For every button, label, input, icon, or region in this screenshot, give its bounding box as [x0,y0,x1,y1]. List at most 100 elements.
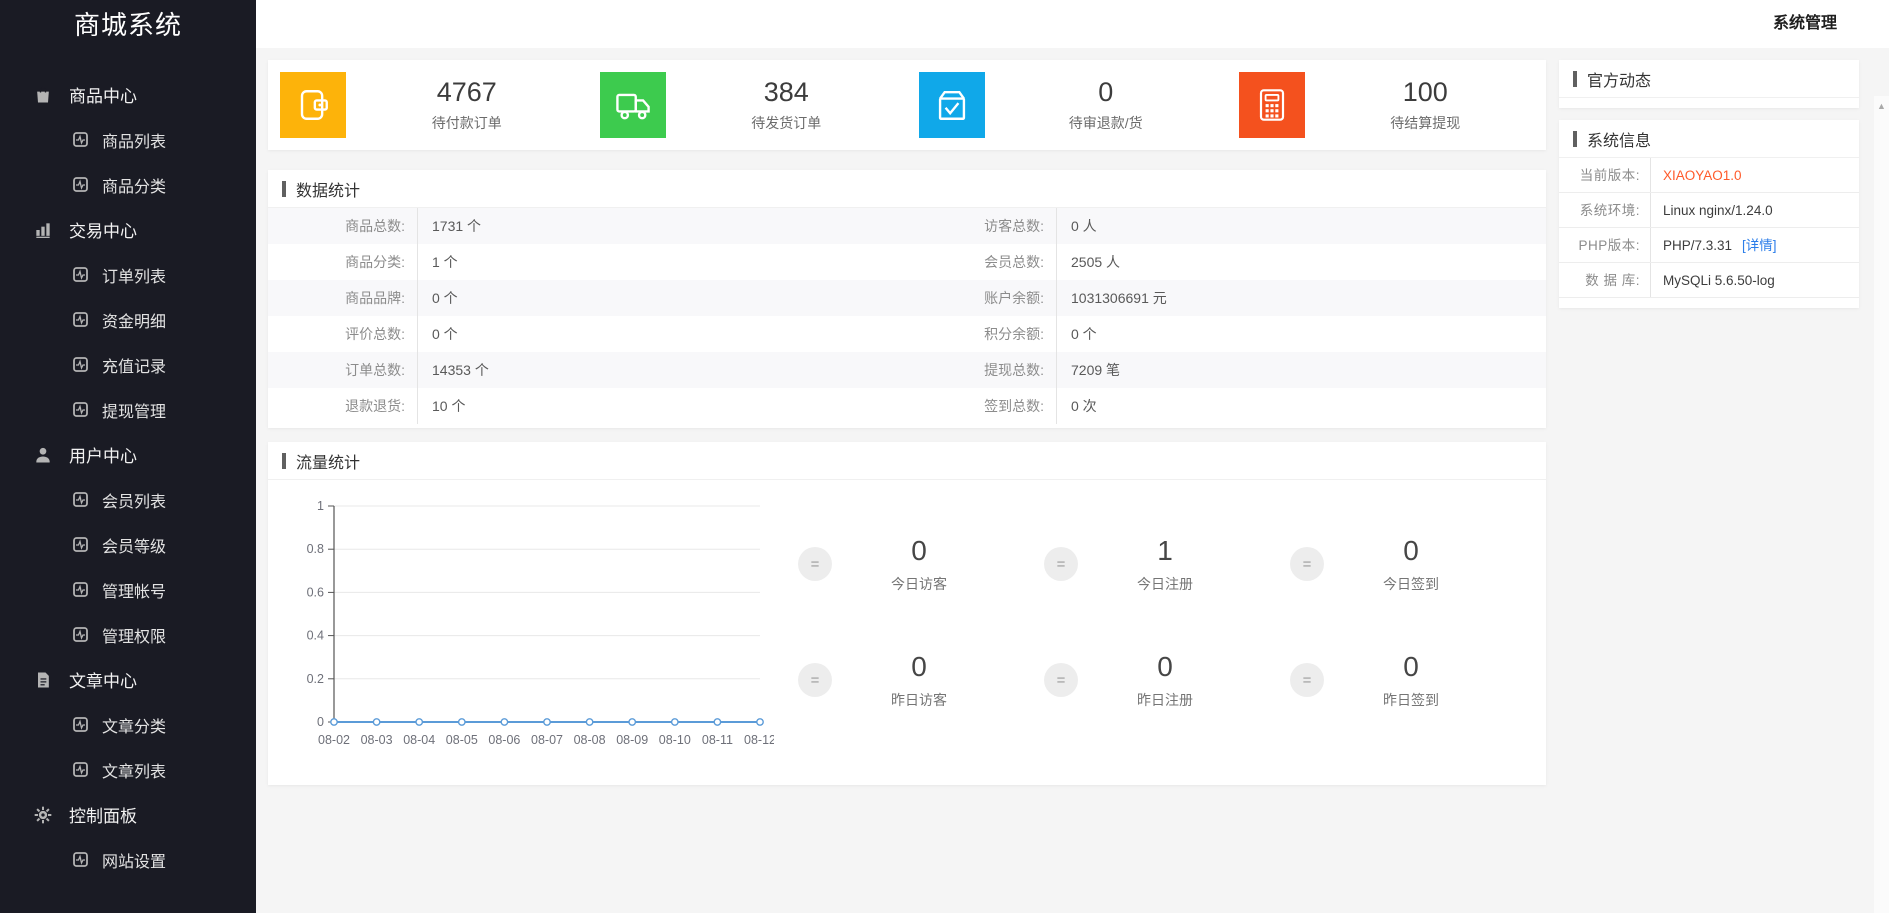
sidebar-group-user-center[interactable]: 用户中心 [0,432,256,477]
stat-card-pending-payment[interactable]: 4767 待付款订单 [268,60,588,150]
clipboard-pulse-icon [72,581,89,598]
metric-value: 0 [832,651,1006,683]
system-version-value: XIAOYAO1.0 [1651,158,1742,192]
stat-row-value: 14353 个 [418,352,489,388]
sidebar-group-label: 用户中心 [69,442,137,467]
data-row: 订单总数:14353 个 提现总数:7209 笔 [268,352,1546,388]
sidebar-group-goods-center[interactable]: 商品中心 [0,72,256,117]
sidebar-group-label: 文章中心 [69,667,137,692]
clipboard-pulse-icon [72,356,89,373]
data-row: 商品品牌:0 个 账户余额:1031306691 元 [268,280,1546,316]
metric-icon: = [1290,663,1324,697]
sidebar-item-admin-permissions[interactable]: 管理权限 [0,612,256,657]
svg-text:08-05: 08-05 [446,733,478,747]
sidebar-item-label: 订单列表 [102,263,166,287]
svg-text:08-08: 08-08 [574,733,606,747]
stat-cards-panel: 4767 待付款订单 [268,60,1546,150]
stat-row-label: 商品品牌: [268,280,418,316]
scrollbar-up-arrow[interactable]: ▲ [1874,96,1889,111]
stat-row-value: 0 个 [418,280,458,316]
stat-row-value: 7209 笔 [1057,352,1120,388]
sidebar-item-site-settings[interactable]: 网站设置 [0,837,256,882]
sidebar-item-goods-category[interactable]: 商品分类 [0,162,256,207]
stat-row-value: 2505 人 [1057,244,1120,280]
sidebar-item-label: 文章列表 [102,758,166,782]
svg-text:08-07: 08-07 [531,733,563,747]
database-value: MySQLi 5.6.50-log [1651,263,1775,297]
clipboard-pulse-icon [72,266,89,283]
sidebar-item-fund-detail[interactable]: 资金明细 [0,297,256,342]
top-header: 系统管理 [256,0,1889,48]
accent-bar [1573,131,1577,147]
official-news-panel: 官方动态 [1559,60,1859,108]
sidebar-item-article-category[interactable]: 文章分类 [0,702,256,747]
svg-text:0.8: 0.8 [307,542,324,556]
user-icon [33,445,53,465]
sidebar-item-withdraw-manage[interactable]: 提现管理 [0,387,256,432]
php-version-value: PHP/7.3.31 [1651,228,1732,262]
stat-row-value: 10 个 [418,388,465,424]
sidebar-item-recharge-records[interactable]: 充值记录 [0,342,256,387]
sidebar-group-article-center[interactable]: 文章中心 [0,657,256,702]
stat-row-label: 商品分类: [268,244,418,280]
stat-row-value: 0 次 [1057,388,1097,424]
system-manage-menu[interactable]: 系统管理 [1773,0,1837,48]
sidebar-group-control-panel[interactable]: 控制面板 [0,792,256,837]
system-info-label: 系统环境: [1559,193,1651,227]
stat-row-label: 评价总数: [268,316,418,352]
stat-row-value: 0 个 [1057,316,1097,352]
panel-header: 官方动态 [1559,60,1859,98]
sidebar-item-member-level[interactable]: 会员等级 [0,522,256,567]
stat-label: 待审退款/货 [985,113,1227,133]
metric-label: 今日注册 [1078,574,1252,594]
stat-card-pending-shipment[interactable]: 384 待发货订单 [588,60,908,150]
sidebar-item-goods-list[interactable]: 商品列表 [0,117,256,162]
stat-meta: 4767 待付款订单 [346,77,588,133]
traffic-metrics: = 0今日访客 = 1今日注册 = 0今日签到 [788,492,1536,758]
metric-value: 0 [1324,651,1498,683]
stat-row-label: 订单总数: [268,352,418,388]
stat-row-value: 0 人 [1057,208,1097,244]
stat-card-pending-settlement[interactable]: 100 待结算提现 [1227,60,1547,150]
bag-icon [33,85,53,105]
clipboard-pulse-icon [72,176,89,193]
svg-text:08-09: 08-09 [616,733,648,747]
system-info-panel: 系统信息 当前版本: XIAOYAO1.0 系统环境: Linux nginx/… [1559,120,1859,308]
metric-value: 1 [1078,535,1252,567]
sidebar-group-label: 控制面板 [69,802,137,827]
metric-yesterday-checkins: = 0昨日签到 [1290,651,1526,710]
sidebar-item-label: 网站设置 [102,848,166,872]
system-info-label: 数 据 库: [1559,263,1651,297]
php-detail-link[interactable]: [详情] [1742,228,1777,262]
panel-header: 数据统计 [268,170,1546,208]
metric-label: 昨日访客 [832,690,1006,710]
scrollbar-track[interactable]: ▲ [1874,96,1889,913]
sidebar-item-label: 商品列表 [102,128,166,152]
system-env-value: Linux nginx/1.24.0 [1651,193,1773,227]
svg-text:08-11: 08-11 [702,733,733,747]
sidebar-item-label: 管理权限 [102,623,166,647]
stat-row-value: 1031306691 元 [1057,280,1167,316]
traffic-chart: 00.20.40.60.8108-0208-0308-0408-0508-060… [288,492,788,758]
sidebar-item-admin-accounts[interactable]: 管理帐号 [0,567,256,612]
svg-text:0.6: 0.6 [307,585,324,599]
wallet-icon [280,72,346,138]
stat-label: 待发货订单 [666,113,908,133]
sidebar-group-trade-center[interactable]: 交易中心 [0,207,256,252]
stat-row-label: 积分余额: [907,316,1057,352]
sidebar-item-article-list[interactable]: 文章列表 [0,747,256,792]
accent-bar [282,453,286,469]
chart-bars-icon [33,220,53,240]
svg-text:08-12: 08-12 [744,733,774,747]
panel-header: 系统信息 [1559,120,1859,158]
stat-value: 4767 [346,77,588,108]
sidebar-item-member-list[interactable]: 会员列表 [0,477,256,522]
svg-text:08-02: 08-02 [318,733,350,747]
data-row: 商品分类:1 个 会员总数:2505 人 [268,244,1546,280]
stat-meta: 0 待审退款/货 [985,77,1227,133]
metric-label: 今日签到 [1324,574,1498,594]
accent-bar [282,181,286,197]
stat-card-pending-refund[interactable]: 0 待审退款/货 [907,60,1227,150]
sidebar-item-order-list[interactable]: 订单列表 [0,252,256,297]
stat-value: 384 [666,77,908,108]
